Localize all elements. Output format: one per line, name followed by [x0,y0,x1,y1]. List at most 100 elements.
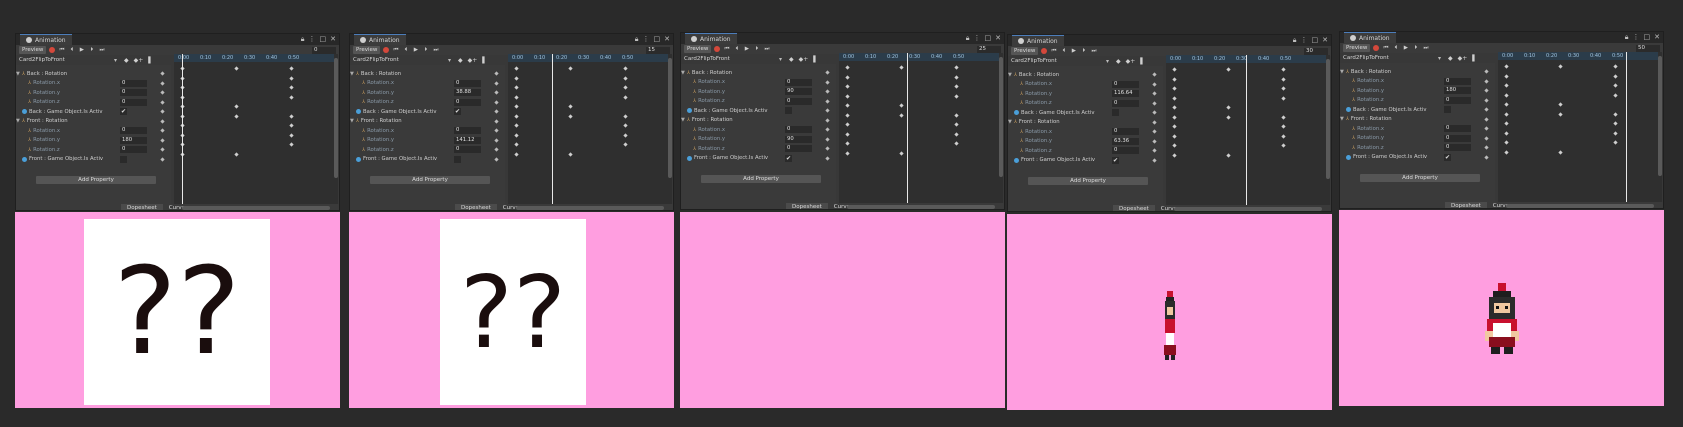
group-back-rotation[interactable]: ▼ ⅄ Back : Rotation [681,68,836,78]
tab-dopesheet[interactable]: Dopesheet [786,203,828,209]
keyframe[interactable] [514,123,519,128]
key-dot-icon[interactable] [825,155,830,161]
key-dot-icon[interactable] [1152,91,1157,96]
value-field[interactable]: 116.64 [1112,90,1139,98]
keyframe[interactable] [234,104,239,109]
active-checkbox[interactable] [785,107,792,115]
keyframe[interactable] [514,94,519,100]
clip-dropdown[interactable]: Card2FlipToFront [1343,55,1443,62]
keyframe[interactable] [1281,95,1286,101]
keyframe[interactable] [1613,111,1618,117]
key-dot-icon[interactable] [825,146,830,151]
key-dot-icon[interactable] [160,99,165,105]
add-keyframe-icon[interactable]: ◆+ [468,57,478,64]
foldout-icon[interactable]: ▼ [1340,69,1344,75]
prop-back-is-active[interactable]: Back : Game Object.Is Activ ✔ [350,107,505,117]
key-dot-icon[interactable] [1484,116,1489,122]
add-property-button[interactable]: Add Property [1028,177,1148,185]
add-event-icon[interactable]: ▌ [1140,58,1145,65]
active-checkbox[interactable] [120,155,127,163]
prop-front-rotation-x[interactable]: ⅄ Rotation.x 0 [681,125,836,135]
first-frame-icon[interactable]: ⏮ [1050,48,1057,55]
keyframe[interactable] [1558,149,1563,155]
keyframe[interactable] [289,113,294,119]
key-dot-icon[interactable] [1484,135,1489,141]
foldout-icon[interactable]: ▼ [1340,116,1344,122]
value-field[interactable]: 180 [1444,87,1471,95]
tab-animation[interactable]: Animation [354,34,406,45]
prop-front-rotation-y[interactable]: ⅄ Rotation.y 63.36 [1008,137,1163,147]
prop-front-rotation-x[interactable]: ⅄ Rotation.x 0 [16,126,171,136]
maximize-icon[interactable]: □ [1312,36,1319,45]
prop-front-rotation-z[interactable]: ⅄ Rotation.z 0 [350,145,505,155]
value-field[interactable]: 180 [120,136,147,144]
keyframe[interactable] [954,93,959,99]
key-dot-icon[interactable] [160,90,165,95]
preview-button[interactable]: Preview [353,46,381,54]
prop-back-rotation-x[interactable]: ⅄ Rotation.x 0 [16,79,171,89]
next-key-icon[interactable]: ⏵ [753,46,760,53]
keyframe[interactable] [514,104,519,109]
keyframe[interactable] [954,141,959,146]
key-dot-icon[interactable] [825,117,830,123]
keyframe[interactable] [1226,114,1231,120]
add-keyframe-icon[interactable]: ◆+ [799,56,809,63]
group-front-rotation[interactable]: ▼ ⅄ Front : Rotation [16,117,171,127]
prop-back-is-active[interactable]: Back : Game Object.Is Activ [1340,105,1495,115]
group-front-rotation[interactable]: ▼ ⅄ Front : Rotation [350,117,505,127]
key-dot-icon[interactable] [494,156,499,162]
key-dot-icon[interactable] [494,99,499,105]
keyframe[interactable] [1281,86,1286,91]
keyframe[interactable] [568,66,573,71]
menu-icon[interactable]: ⋮ [643,35,650,44]
keyframe[interactable] [1613,73,1618,79]
keyframe[interactable] [623,132,628,138]
active-checkbox[interactable]: ✔ [1444,153,1451,161]
keyframe[interactable] [1558,102,1563,107]
key-dot-icon[interactable] [825,89,830,94]
key-dot-icon[interactable] [825,108,830,113]
prop-front-rotation-z[interactable]: ⅄ Rotation.z 0 [681,144,836,154]
foldout-icon[interactable]: ▼ [1008,119,1012,125]
keyframe[interactable] [514,75,519,81]
key-dot-icon[interactable] [825,70,830,75]
preview-button[interactable]: Preview [684,45,712,53]
keyframe[interactable] [1613,92,1618,98]
tab-animation[interactable]: Animation [20,34,72,45]
record-button[interactable] [1041,48,1048,54]
next-key-icon[interactable]: ⏵ [1080,48,1087,55]
keyframe[interactable] [623,113,628,119]
record-button[interactable] [49,47,56,53]
keyframe[interactable] [1172,76,1177,82]
prop-front-rotation-x[interactable]: ⅄ Rotation.x 0 [1008,127,1163,137]
prev-key-icon[interactable]: ⏴ [1392,45,1399,52]
clip-dropdown[interactable]: Card2FlipToFront [1011,58,1111,65]
key-dot-icon[interactable] [160,156,165,162]
keyframe[interactable] [1172,124,1177,129]
record-button[interactable] [714,46,721,52]
key-dot-icon[interactable] [1484,97,1489,103]
keyframe[interactable] [289,123,294,128]
keyframe[interactable] [845,150,850,156]
prop-front-rotation-z[interactable]: ⅄ Rotation.z 0 [16,145,171,155]
keyframe[interactable] [289,94,294,100]
value-field[interactable]: 0 [1444,77,1471,85]
key-dot-icon[interactable] [160,109,165,114]
tab-animation[interactable]: Animation [1344,32,1396,43]
keyframe-diamond-icon[interactable]: ◆ [458,57,463,64]
keyframe[interactable] [1504,121,1509,126]
menu-icon[interactable]: ⋮ [309,35,316,44]
key-dot-icon[interactable] [1484,126,1489,131]
next-key-icon[interactable]: ⏵ [422,47,429,54]
keyframe[interactable] [845,93,850,99]
keyframe[interactable] [289,132,294,138]
vertical-scrollbar[interactable] [1326,55,1330,205]
key-dot-icon[interactable] [1484,154,1489,160]
value-field[interactable]: 0 [1112,147,1139,155]
keyframe[interactable] [899,65,904,70]
prop-front-is-active[interactable]: Front : Game Object.Is Activ ✔ [681,154,836,164]
prop-front-is-active[interactable]: Front : Game Object.Is Activ ✔ [1008,156,1163,166]
prop-front-is-active[interactable]: Front : Game Object.Is Activ [16,155,171,165]
group-front-rotation[interactable]: ▼ ⅄ Front : Rotation [681,116,836,126]
keyframe[interactable] [1281,76,1286,82]
